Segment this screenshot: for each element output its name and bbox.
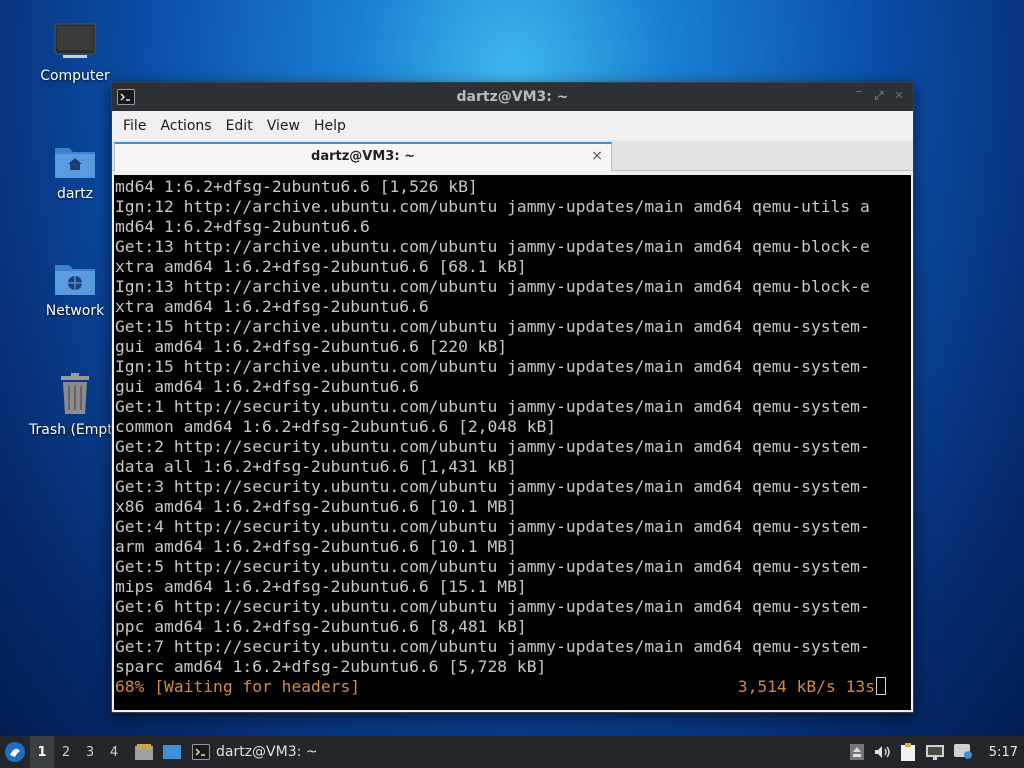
- home-folder-icon: [55, 148, 95, 178]
- workspace-4[interactable]: 4: [102, 736, 126, 768]
- terminal-line: md64 1:6.2+dfsg-2ubuntu6.6 [1,526 kB]: [115, 177, 478, 196]
- menu-view[interactable]: View: [260, 118, 307, 134]
- menu-actions[interactable]: Actions: [153, 118, 218, 134]
- menu-file[interactable]: File: [116, 118, 153, 134]
- workspace-2[interactable]: 2: [54, 736, 78, 768]
- desktop-icon-home-folder[interactable]: dartz: [25, 140, 125, 202]
- terminal-line: Get:2 http://security.ubuntu.com/ubuntu …: [115, 437, 870, 456]
- desktop-icon-trash[interactable]: Trash (Empty): [25, 372, 127, 438]
- taskbar: 1 2 3 4 dartz@VM3: ~ 5:17: [0, 736, 1024, 768]
- terminal-line: ppc amd64 1:6.2+dfsg-2ubuntu6.6 [8,481 k…: [115, 617, 527, 636]
- terminal-line: mips amd64 1:6.2+dfsg-2ubuntu6.6 [15.1 M…: [115, 577, 527, 596]
- apt-progress-line: 68% [Waiting for headers] 3,514 kB/s 13s: [115, 677, 886, 697]
- taskbar-task-terminal[interactable]: dartz@VM3: ~: [192, 744, 318, 760]
- window-title: dartz@VM3: ~: [456, 89, 569, 105]
- terminal-line: sparc amd64 1:6.2+dfsg-2ubuntu6.6 [5,728…: [115, 657, 547, 676]
- network-connection-icon[interactable]: [925, 743, 945, 761]
- terminal-line: common amd64 1:6.2+dfsg-2ubuntu6.6 [2,04…: [115, 417, 557, 436]
- terminal-line: xtra amd64 1:6.2+dfsg-2ubuntu6.6: [115, 297, 429, 316]
- terminal-line: data all 1:6.2+dfsg-2ubuntu6.6 [1,431 kB…: [115, 457, 517, 476]
- desktop-icon-computer[interactable]: Computer: [25, 22, 125, 84]
- terminal-line: Get:15 http://archive.ubuntu.com/ubuntu …: [115, 317, 870, 336]
- close-icon[interactable]: ✕: [893, 89, 905, 103]
- terminal-line: Ign:13 http://archive.ubuntu.com/ubuntu …: [115, 277, 870, 296]
- menu-edit[interactable]: Edit: [219, 118, 260, 134]
- apt-progress-status: 68% [Waiting for headers]: [115, 677, 361, 696]
- terminal-line: Ign:12 http://archive.ubuntu.com/ubuntu …: [115, 197, 870, 216]
- trash-icon: [61, 373, 89, 414]
- taskbar-task-label: dartz@VM3: ~: [216, 744, 318, 760]
- workspace-3[interactable]: 3: [78, 736, 102, 768]
- terminal-line: md64 1:6.2+dfsg-2ubuntu6.6: [115, 217, 370, 236]
- start-menu-button[interactable]: [0, 736, 30, 768]
- system-tray: 5:17: [849, 736, 1024, 768]
- terminal-output[interactable]: md64 1:6.2+dfsg-2ubuntu6.6 [1,526 kB] Ig…: [114, 175, 911, 710]
- show-desktop-icon: [163, 745, 181, 759]
- minimize-icon[interactable]: ‾: [853, 89, 865, 103]
- menu-bar: File Actions Edit View Help: [112, 111, 913, 141]
- volume-icon[interactable]: [873, 744, 891, 760]
- terminal-line: Get:3 http://security.ubuntu.com/ubuntu …: [115, 477, 870, 496]
- network-folder-icon: [55, 265, 95, 295]
- terminal-cursor: [876, 677, 886, 695]
- computer-icon: [54, 23, 96, 58]
- show-desktop-button[interactable]: [158, 744, 186, 760]
- terminal-line: Get:7 http://security.ubuntu.com/ubuntu …: [115, 637, 870, 656]
- terminal-line: x86 amd64 1:6.2+dfsg-2ubuntu6.6 [10.1 MB…: [115, 497, 517, 516]
- desktop-icon-label: dartz: [56, 186, 94, 202]
- desktop-icon-label: Network: [45, 303, 105, 319]
- terminal-line: Get:1 http://security.ubuntu.com/ubuntu …: [115, 397, 870, 416]
- terminal-line: Get:4 http://security.ubuntu.com/ubuntu …: [115, 517, 870, 536]
- tab-label: dartz@VM3: ~: [311, 149, 415, 164]
- workspace-1[interactable]: 1: [30, 736, 54, 768]
- terminal-line: Get:5 http://security.ubuntu.com/ubuntu …: [115, 557, 870, 576]
- notification-icon[interactable]: [953, 743, 973, 761]
- update-notifier-icon[interactable]: [849, 743, 865, 761]
- tab-bar: dartz@VM3: ~ ×: [112, 141, 913, 171]
- file-manager-icon: [135, 744, 153, 760]
- terminal-line: gui amd64 1:6.2+dfsg-2ubuntu6.6: [115, 377, 419, 396]
- lubuntu-logo-icon: [5, 742, 25, 762]
- terminal-task-icon: [192, 744, 210, 760]
- terminal-window: dartz@VM3: ~ ‾ ⤢ ✕ File Actions Edit Vie…: [111, 82, 914, 713]
- desktop-icon-network[interactable]: Network: [25, 257, 125, 319]
- terminal-line: Get:13 http://archive.ubuntu.com/ubuntu …: [115, 237, 870, 256]
- terminal-line: Ign:15 http://archive.ubuntu.com/ubuntu …: [115, 357, 870, 376]
- window-titlebar[interactable]: dartz@VM3: ~ ‾ ⤢ ✕: [112, 83, 913, 111]
- clipboard-icon[interactable]: [899, 742, 917, 762]
- tab-close-icon[interactable]: ×: [591, 148, 603, 164]
- terminal-line: xtra amd64 1:6.2+dfsg-2ubuntu6.6 [68.1 k…: [115, 257, 527, 276]
- terminal-line: Get:6 http://security.ubuntu.com/ubuntu …: [115, 597, 870, 616]
- tab-terminal[interactable]: dartz@VM3: ~ ×: [114, 142, 612, 171]
- menu-help[interactable]: Help: [307, 118, 353, 134]
- desktop-icon-label: Computer: [40, 68, 110, 84]
- terminal-line: arm amd64 1:6.2+dfsg-2ubuntu6.6 [10.1 MB…: [115, 537, 517, 556]
- apt-download-rate: 3,514 kB/s 13s: [737, 677, 875, 696]
- terminal-line: gui amd64 1:6.2+dfsg-2ubuntu6.6 [220 kB]: [115, 337, 508, 356]
- maximize-icon[interactable]: ⤢: [873, 89, 885, 103]
- clock[interactable]: 5:17: [989, 745, 1018, 760]
- file-manager-launcher[interactable]: [130, 743, 158, 761]
